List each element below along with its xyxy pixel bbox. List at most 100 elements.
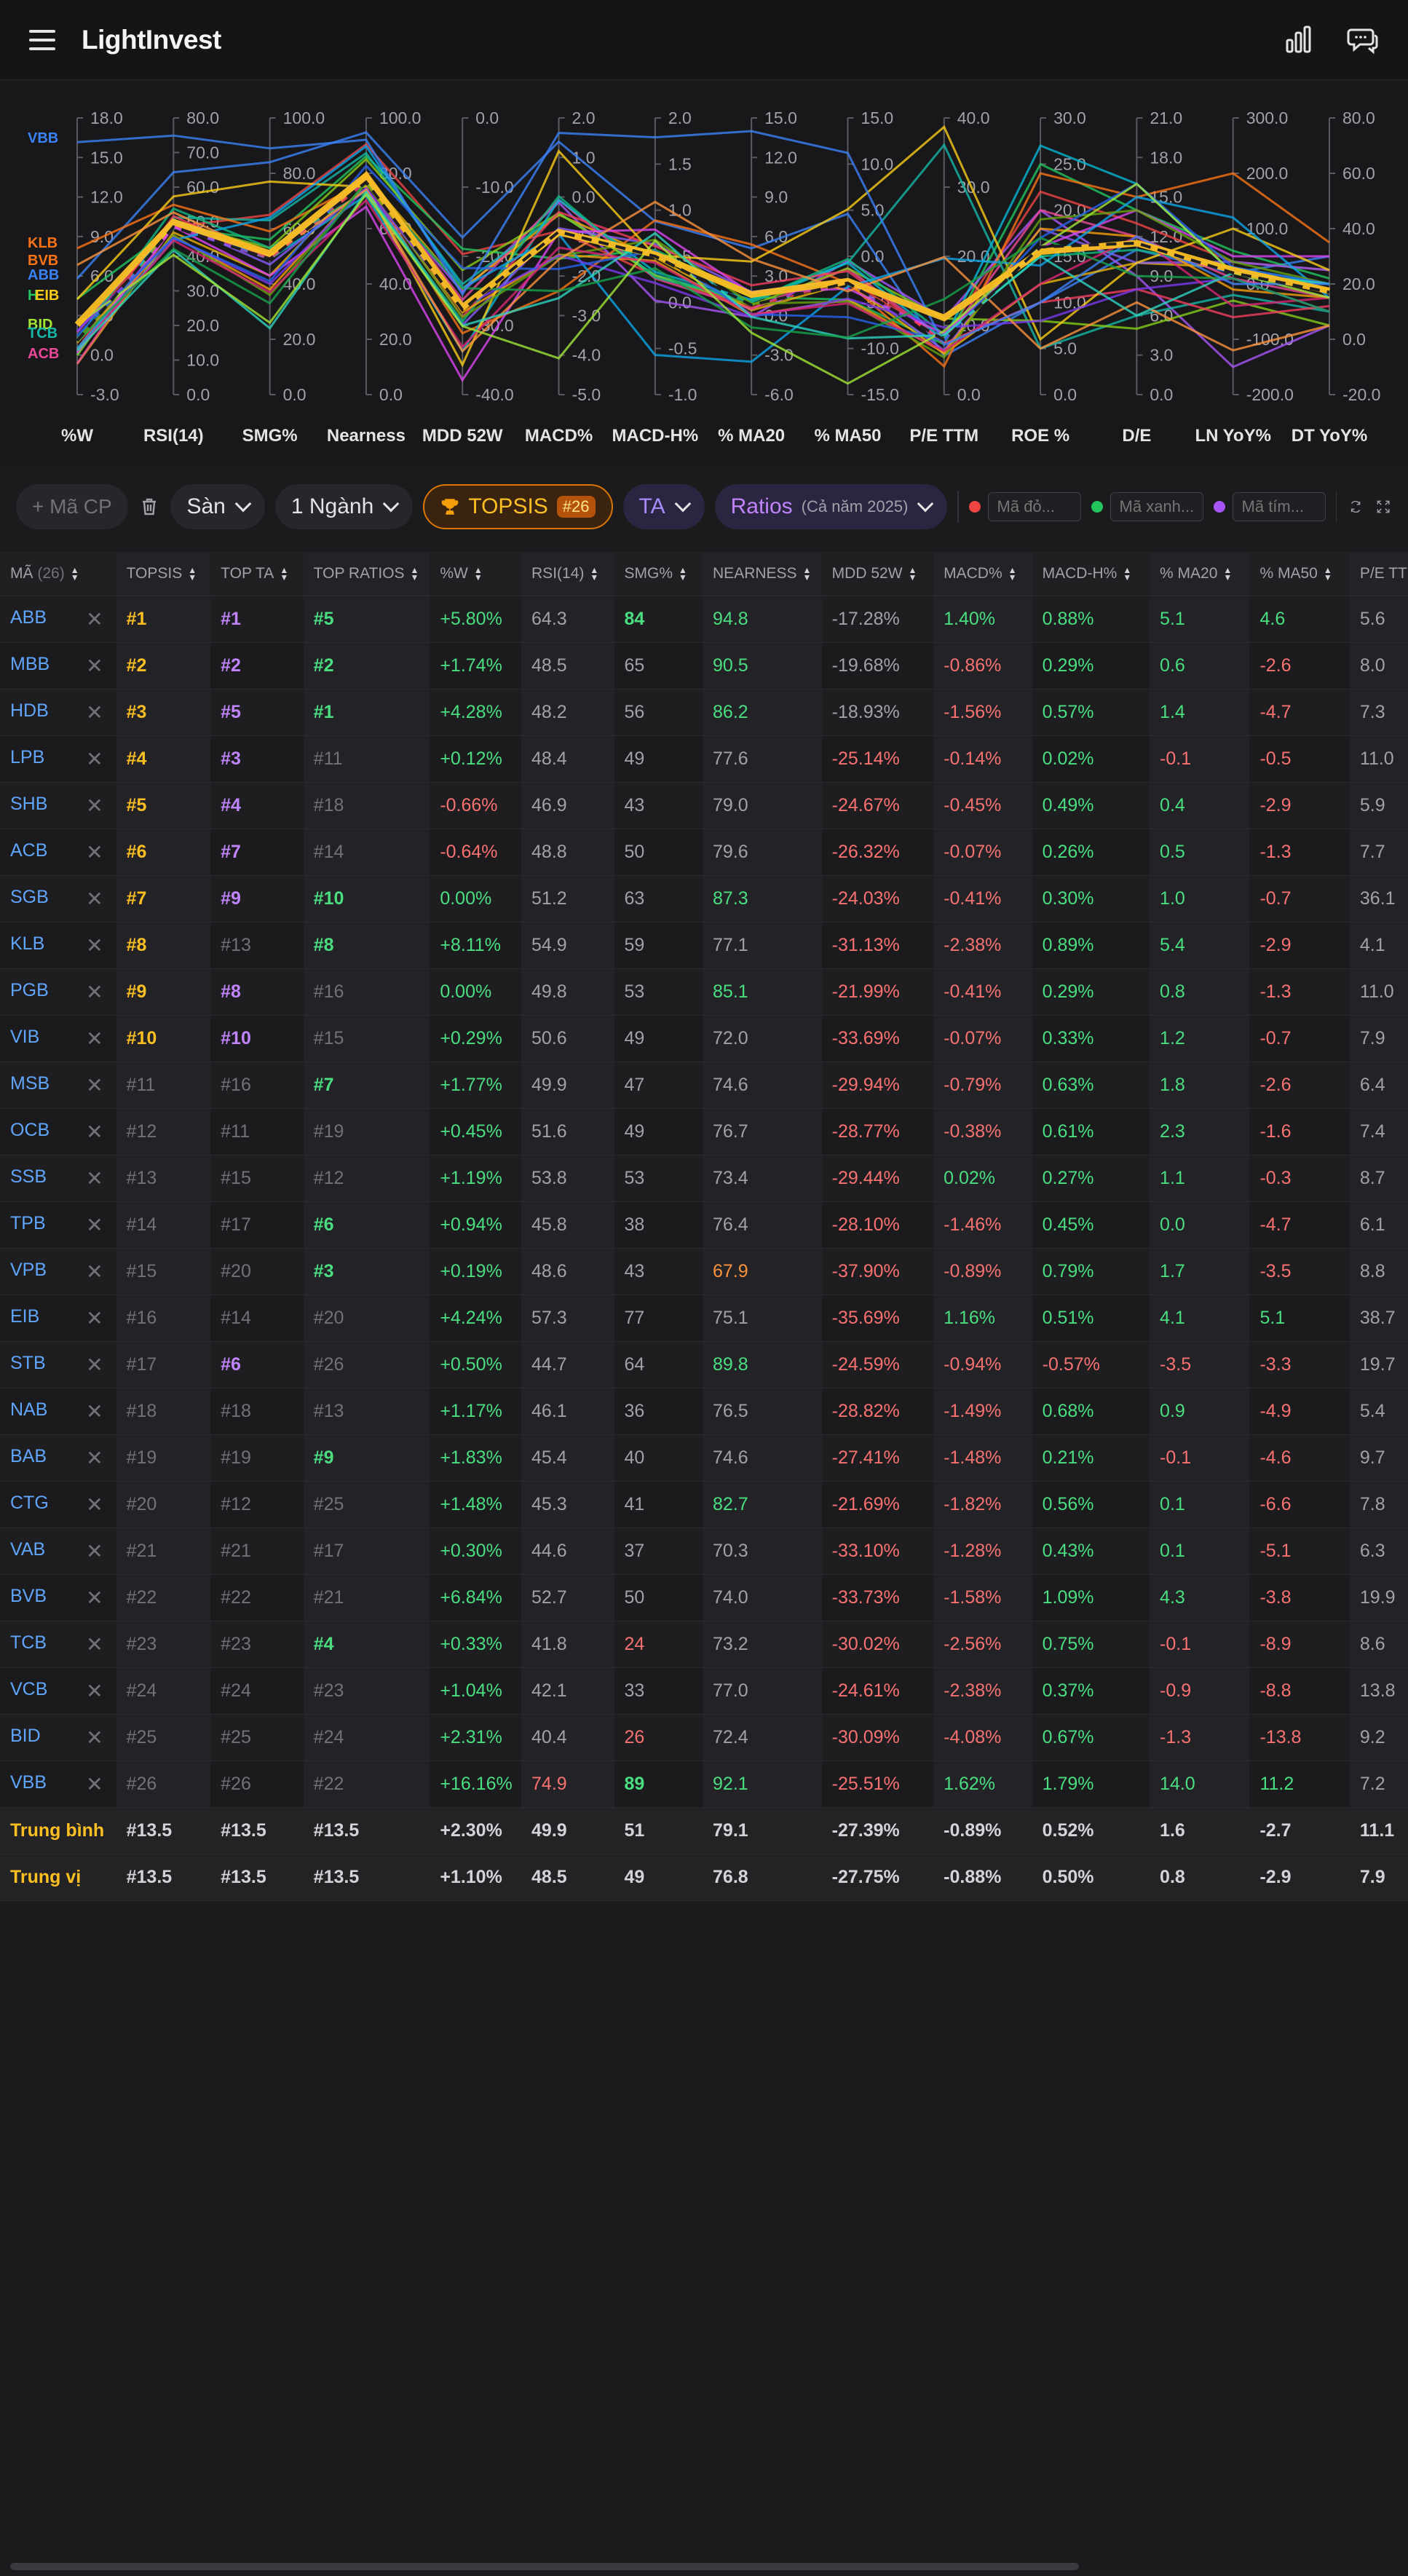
remove-icon[interactable]: ✕ <box>86 607 103 631</box>
col-header-rsi[interactable]: RSI(14) ▲ ▼ <box>521 552 614 596</box>
remove-icon[interactable]: ✕ <box>86 700 103 724</box>
table-row[interactable]: STB ✕ #17 #6 #26 +0.50% 44.7 64 89.8 -24.59% -0.94… <box>0 1341 1408 1388</box>
remove-icon[interactable]: ✕ <box>86 1073 103 1097</box>
cell-code[interactable]: VAB ✕ <box>0 1528 116 1575</box>
add-stock-button[interactable]: + Mã CP <box>16 484 128 529</box>
exchange-dropdown[interactable]: Sàn <box>170 484 265 529</box>
table-row[interactable]: SHB ✕ #5 #4 #18 -0.66% 46.9 43 79.0 -24.67% -0.45%… <box>0 782 1408 829</box>
stock-code[interactable]: NAB <box>10 1399 47 1420</box>
col-header-ma20[interactable]: % MA20 ▲ ▼ <box>1150 552 1250 596</box>
table-row[interactable]: ABB ✕ #1 #1 #5 +5.80% 64.3 84 94.8 -17.28% 1.40% 0.… <box>0 596 1408 643</box>
table-row[interactable]: VAB ✕ #21 #21 #17 +0.30% 44.6 37 70.3 -33.10% -1.2… <box>0 1528 1408 1575</box>
stock-code[interactable]: SHB <box>10 794 47 814</box>
table-row[interactable]: SSB ✕ #13 #15 #12 +1.19% 53.8 53 73.4 -29.44% 0.02… <box>0 1155 1408 1202</box>
stock-table-container[interactable]: MÃ (26) ▲ ▼ TOPSIS ▲ ▼ TOP TA ▲ ▼ TOP RATIOS ▲ ▼… <box>0 552 1408 1902</box>
stock-code[interactable]: TCB <box>10 1632 47 1653</box>
table-row[interactable]: VCB ✕ #24 #24 #23 +1.04% 42.1 33 77.0 -24.61% -2.3… <box>0 1667 1408 1715</box>
remove-icon[interactable]: ✕ <box>86 1632 103 1656</box>
remove-icon[interactable]: ✕ <box>86 1120 103 1144</box>
purple-codes-input[interactable] <box>1232 492 1326 521</box>
stock-code[interactable]: OCB <box>10 1120 50 1140</box>
chat-icon[interactable] <box>1347 24 1379 56</box>
remove-icon[interactable]: ✕ <box>86 1353 103 1377</box>
col-header-macd[interactable]: MACD% ▲ ▼ <box>933 552 1032 596</box>
cell-code[interactable]: MBB ✕ <box>0 642 116 690</box>
cell-code[interactable]: LPB ✕ <box>0 735 116 783</box>
stock-code[interactable]: VPB <box>10 1260 47 1280</box>
table-row[interactable]: TPB ✕ #14 #17 #6 +0.94% 45.8 38 76.4 -28.10% -1.46… <box>0 1201 1408 1249</box>
col-header-ma50[interactable]: % MA50 ▲ ▼ <box>1249 552 1350 596</box>
remove-icon[interactable]: ✕ <box>86 1772 103 1796</box>
remove-icon[interactable]: ✕ <box>86 654 103 678</box>
cell-code[interactable]: PGB ✕ <box>0 968 116 1016</box>
stock-code[interactable]: MBB <box>10 654 50 674</box>
remove-icon[interactable]: ✕ <box>86 747 103 771</box>
cell-code[interactable]: EIB ✕ <box>0 1295 116 1342</box>
stock-code[interactable]: VBB <box>10 1772 47 1793</box>
stock-code[interactable]: ACB <box>10 840 47 861</box>
stock-code[interactable]: SSB <box>10 1166 47 1187</box>
stock-code[interactable]: VCB <box>10 1679 47 1699</box>
stock-code[interactable]: VAB <box>10 1539 45 1560</box>
cell-code[interactable]: CTG ✕ <box>0 1481 116 1528</box>
table-row[interactable]: EIB ✕ #16 #14 #20 +4.24% 57.3 77 75.1 -35.69% 1.16… <box>0 1295 1408 1342</box>
green-codes-input[interactable] <box>1110 492 1203 521</box>
remove-icon[interactable]: ✕ <box>86 1726 103 1750</box>
col-header-ma[interactable]: MÃ (26) ▲ ▼ <box>0 552 116 596</box>
cell-code[interactable]: NAB ✕ <box>0 1388 116 1435</box>
cell-code[interactable]: KLB ✕ <box>0 922 116 969</box>
table-row[interactable]: BID ✕ #25 #25 #24 +2.31% 40.4 26 72.4 -30.09% -4.0… <box>0 1714 1408 1761</box>
stock-code[interactable]: ABB <box>10 607 47 628</box>
remove-icon[interactable]: ✕ <box>86 1539 103 1563</box>
col-header-macdh[interactable]: MACD-H% ▲ ▼ <box>1032 552 1150 596</box>
menu-icon[interactable] <box>29 29 55 50</box>
remove-icon[interactable]: ✕ <box>86 1027 103 1051</box>
col-header-mdd[interactable]: MDD 52W ▲ ▼ <box>821 552 934 596</box>
stock-code[interactable]: SGB <box>10 887 49 907</box>
table-row[interactable]: VIB ✕ #10 #10 #15 +0.29% 50.6 49 72.0 -33.69% -0.0… <box>0 1015 1408 1062</box>
cell-code[interactable]: SGB ✕ <box>0 875 116 922</box>
remove-icon[interactable]: ✕ <box>86 1213 103 1237</box>
col-header-nearness[interactable]: NEARNESS ▲ ▼ <box>703 552 822 596</box>
table-row[interactable]: MSB ✕ #11 #16 #7 +1.77% 49.9 47 74.6 -29.94% -0.79… <box>0 1062 1408 1109</box>
remove-icon[interactable]: ✕ <box>86 887 103 911</box>
ratios-dropdown[interactable]: Ratios (Cả năm 2025) <box>714 484 948 529</box>
cell-code[interactable]: OCB ✕ <box>0 1108 116 1155</box>
table-row[interactable]: HDB ✕ #3 #5 #1 +4.28% 48.2 56 86.2 -18.93% -1.56% 0… <box>0 689 1408 736</box>
remove-icon[interactable]: ✕ <box>86 1446 103 1470</box>
stock-code[interactable]: TPB <box>10 1213 46 1233</box>
table-row[interactable]: VPB ✕ #15 #20 #3 +0.19% 48.6 43 67.9 -37.90% -0.89… <box>0 1248 1408 1295</box>
col-header-w[interactable]: %W ▲ ▼ <box>430 552 522 596</box>
expand-icon[interactable] <box>1375 491 1392 523</box>
remove-icon[interactable]: ✕ <box>86 1679 103 1703</box>
cell-code[interactable]: BVB ✕ <box>0 1574 116 1621</box>
cell-code[interactable]: VBB ✕ <box>0 1761 116 1808</box>
stock-code[interactable]: VIB <box>10 1027 39 1047</box>
col-header-smg[interactable]: SMG% ▲ ▼ <box>614 552 703 596</box>
col-header-topsis[interactable]: TOPSIS ▲ ▼ <box>116 552 211 596</box>
cell-code[interactable]: VIB ✕ <box>0 1015 116 1062</box>
table-row[interactable]: KLB ✕ #8 #13 #8 +8.11% 54.9 59 77.1 -31.13% -2.38%… <box>0 922 1408 969</box>
table-row[interactable]: SGB ✕ #7 #9 #10 0.00% 51.2 63 87.3 -24.03% -0.41% 0… <box>0 875 1408 922</box>
table-row[interactable]: MBB ✕ #2 #2 #2 +1.74% 48.5 65 90.5 -19.68% -0.86% 0… <box>0 642 1408 690</box>
topsis-button[interactable]: TOPSIS #26 <box>423 484 613 529</box>
remove-icon[interactable]: ✕ <box>86 794 103 818</box>
horizontal-scrollbar[interactable] <box>10 2563 1079 2570</box>
stock-code[interactable]: BID <box>10 1726 41 1746</box>
remove-icon[interactable]: ✕ <box>86 980 103 1004</box>
cell-code[interactable]: MSB ✕ <box>0 1062 116 1109</box>
trash-icon[interactable] <box>138 484 161 529</box>
bar-chart-icon[interactable] <box>1283 24 1315 56</box>
stock-code[interactable]: BAB <box>10 1446 47 1466</box>
table-row[interactable]: VBB ✕ #26 #26 #22 +16.16% 74.9 89 92.1 -25.51% 1.6… <box>0 1761 1408 1808</box>
stock-code[interactable]: HDB <box>10 700 49 721</box>
cell-code[interactable]: ACB ✕ <box>0 829 116 876</box>
refresh-icon[interactable] <box>1347 491 1364 523</box>
table-row[interactable]: BVB ✕ #22 #22 #21 +6.84% 52.7 50 74.0 -33.73% -1.5… <box>0 1574 1408 1621</box>
cell-code[interactable]: SHB ✕ <box>0 782 116 829</box>
table-row[interactable]: LPB ✕ #4 #3 #11 +0.12% 48.4 49 77.6 -25.14% -0.14%… <box>0 735 1408 783</box>
table-row[interactable]: PGB ✕ #9 #8 #16 0.00% 49.8 53 85.1 -21.99% -0.41% 0… <box>0 968 1408 1016</box>
ta-dropdown[interactable]: TA <box>622 484 705 529</box>
table-row[interactable]: OCB ✕ #12 #11 #19 +0.45% 51.6 49 76.7 -28.77% -0.3… <box>0 1108 1408 1155</box>
remove-icon[interactable]: ✕ <box>86 1166 103 1190</box>
